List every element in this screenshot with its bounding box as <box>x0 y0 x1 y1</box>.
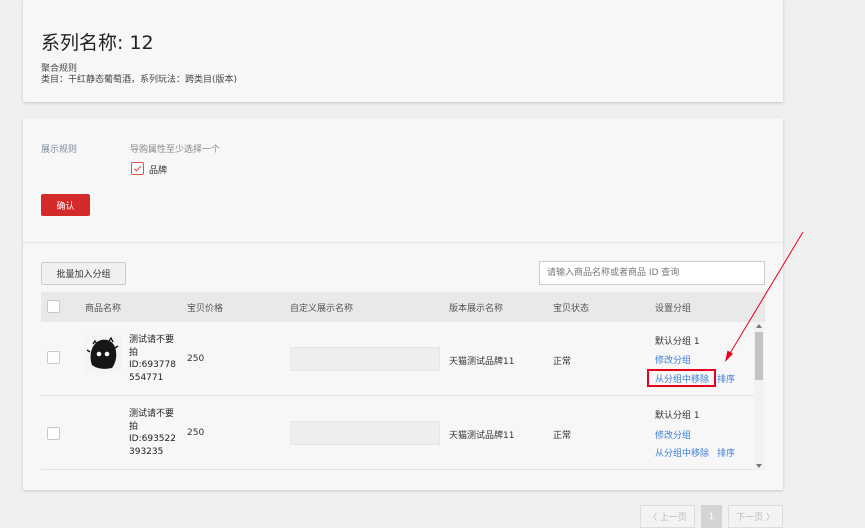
row-checkbox[interactable] <box>47 351 60 364</box>
column-header-product-name: 商品名称 <box>85 304 122 314</box>
checkmark-icon <box>133 165 142 172</box>
group-name: 默认分组 1 <box>655 411 700 421</box>
select-all-checkbox[interactable] <box>47 300 60 313</box>
version-name: 天猫测试品牌11 <box>449 431 515 441</box>
column-header-custom-name: 自定义展示名称 <box>290 304 354 314</box>
column-header-version-name: 版本展示名称 <box>449 304 504 314</box>
column-header-group: 设置分组 <box>655 304 692 314</box>
product-id: ID:693522393235 <box>129 434 176 457</box>
sort-link[interactable]: 排序 <box>717 446 735 459</box>
next-page-button[interactable]: 下一页 〉 <box>728 505 783 528</box>
section-divider <box>23 242 783 243</box>
product-status: 正常 <box>553 431 572 441</box>
annotation-highlight-box <box>647 369 716 387</box>
scroll-down-icon[interactable] <box>756 464 762 468</box>
product-name: 测试请不要拍 <box>129 335 175 358</box>
custom-name-input[interactable] <box>290 421 440 445</box>
product-price: 250 <box>187 428 205 438</box>
product-thumbnail <box>84 335 122 373</box>
display-rules-hint: 导购属性至少选择一个 <box>130 145 221 155</box>
product-image <box>84 335 122 373</box>
product-name: 测试请不要拍 <box>129 409 175 432</box>
prev-page-button[interactable]: 〈 上一页 <box>640 505 695 528</box>
column-header-status: 宝贝状态 <box>553 304 590 314</box>
group-name: 默认分组 1 <box>655 337 700 347</box>
product-name-cell: 测试请不要拍 ID:693522393235 <box>129 408 179 458</box>
sort-link[interactable]: 排序 <box>717 372 735 385</box>
main-card: 展示规则 导购属性至少选择一个 品牌 确认 批量加入分组 商品名称 宝贝价格 自… <box>23 118 783 490</box>
version-name: 天猫测试品牌11 <box>449 357 515 367</box>
table-row: 测试请不要拍 ID:693522393235 250 天猫测试品牌11 正常 默… <box>41 396 765 470</box>
remove-from-group-link[interactable]: 从分组中移除 <box>655 446 709 459</box>
table-scrollbar[interactable] <box>754 322 764 470</box>
product-name-cell: 测试请不要拍 ID:693778554771 <box>129 334 179 384</box>
series-header-card: 系列名称: 12 聚合规则 类目：干红静态葡萄酒，系列玩法：跨类目(版本) <box>23 0 783 102</box>
edit-group-link[interactable]: 修改分组 <box>655 428 691 441</box>
product-id: ID:693778554771 <box>129 360 176 383</box>
row-checkbox[interactable] <box>47 427 60 440</box>
product-price: 250 <box>187 354 205 364</box>
confirm-button[interactable]: 确认 <box>41 194 90 216</box>
column-header-price: 宝贝价格 <box>187 304 224 314</box>
brand-option-label: 品牌 <box>149 166 168 176</box>
batch-add-to-group-button[interactable]: 批量加入分组 <box>41 262 126 285</box>
aggregation-rule-description: 类目：干红静态葡萄酒，系列玩法：跨类目(版本) <box>41 75 238 85</box>
product-status: 正常 <box>553 357 572 367</box>
page-title: 系列名称: 12 <box>41 32 154 54</box>
edit-group-link[interactable]: 修改分组 <box>655 353 691 366</box>
brand-checkbox[interactable] <box>131 162 144 175</box>
table-header: 商品名称 宝贝价格 自定义展示名称 版本展示名称 宝贝状态 设置分组 <box>41 292 765 322</box>
scroll-up-icon[interactable] <box>756 324 762 328</box>
custom-name-input[interactable] <box>290 347 440 371</box>
current-page-button[interactable]: 1 <box>701 505 722 528</box>
display-rules-label: 展示规则 <box>41 145 78 155</box>
scrollbar-thumb[interactable] <box>755 332 763 380</box>
product-search-input[interactable] <box>539 261 765 285</box>
